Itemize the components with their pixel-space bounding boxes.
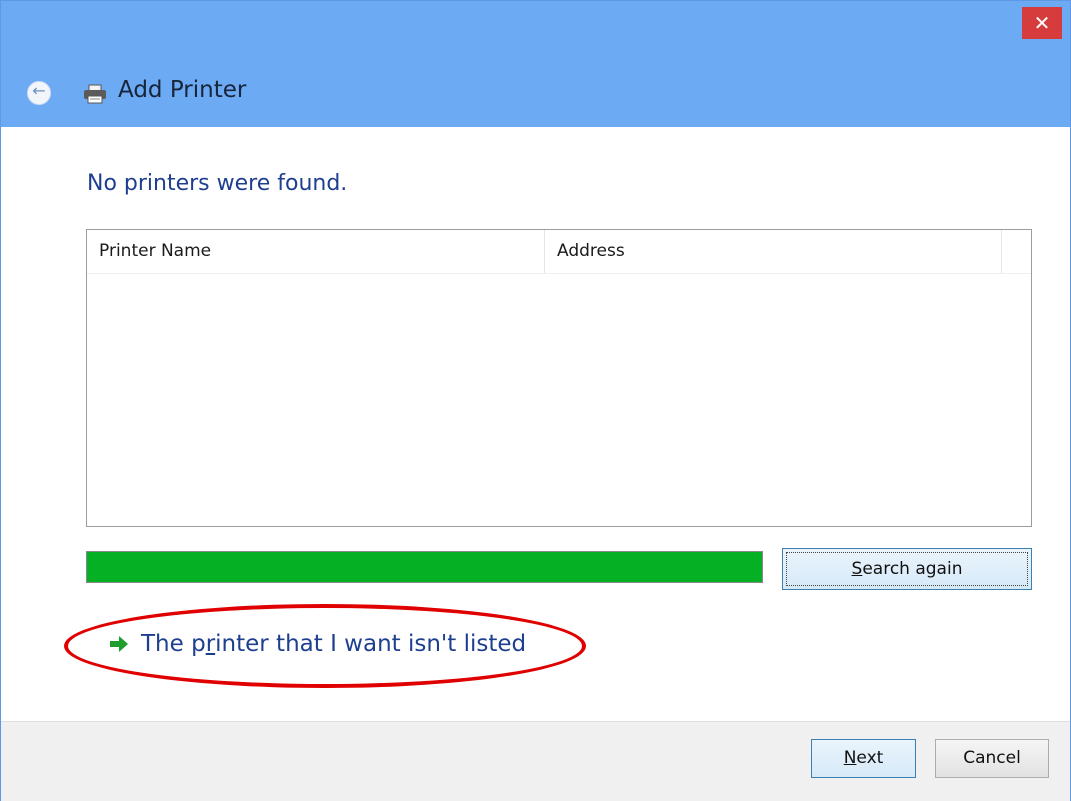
- red-annotation-ellipse: [64, 604, 586, 688]
- window-title: Add Printer: [118, 77, 247, 103]
- cancel-button[interactable]: Cancel: [935, 739, 1049, 778]
- column-printer-name[interactable]: Printer Name: [87, 230, 545, 273]
- wizard-footer: Next Cancel: [1, 721, 1070, 801]
- search-again-accel: S: [851, 559, 863, 579]
- printer-list[interactable]: Printer Name Address: [86, 229, 1032, 527]
- wizard-content: No printers were found. Printer Name Add…: [1, 127, 1070, 721]
- add-printer-window: ✕ Add Printer No printers were found. Pr…: [0, 0, 1071, 801]
- page-heading: No printers were found.: [87, 171, 348, 196]
- column-address[interactable]: Address: [545, 230, 1002, 273]
- column-filler: [1002, 230, 1031, 273]
- close-button[interactable]: ✕: [1022, 7, 1062, 39]
- list-header: Printer Name Address: [87, 230, 1031, 274]
- search-progress-bar: [86, 551, 763, 583]
- close-icon: ✕: [1033, 11, 1051, 35]
- title-bar: ✕ Add Printer: [1, 1, 1070, 128]
- back-arrow-icon[interactable]: [27, 81, 51, 105]
- next-accel: N: [843, 748, 857, 768]
- printer-icon: [84, 84, 106, 104]
- search-again-label: earch again: [862, 559, 963, 579]
- progress-fill: [87, 552, 762, 582]
- search-again-button[interactable]: Search again: [782, 548, 1032, 590]
- next-label: ext: [856, 748, 884, 768]
- next-button[interactable]: Next: [811, 739, 916, 778]
